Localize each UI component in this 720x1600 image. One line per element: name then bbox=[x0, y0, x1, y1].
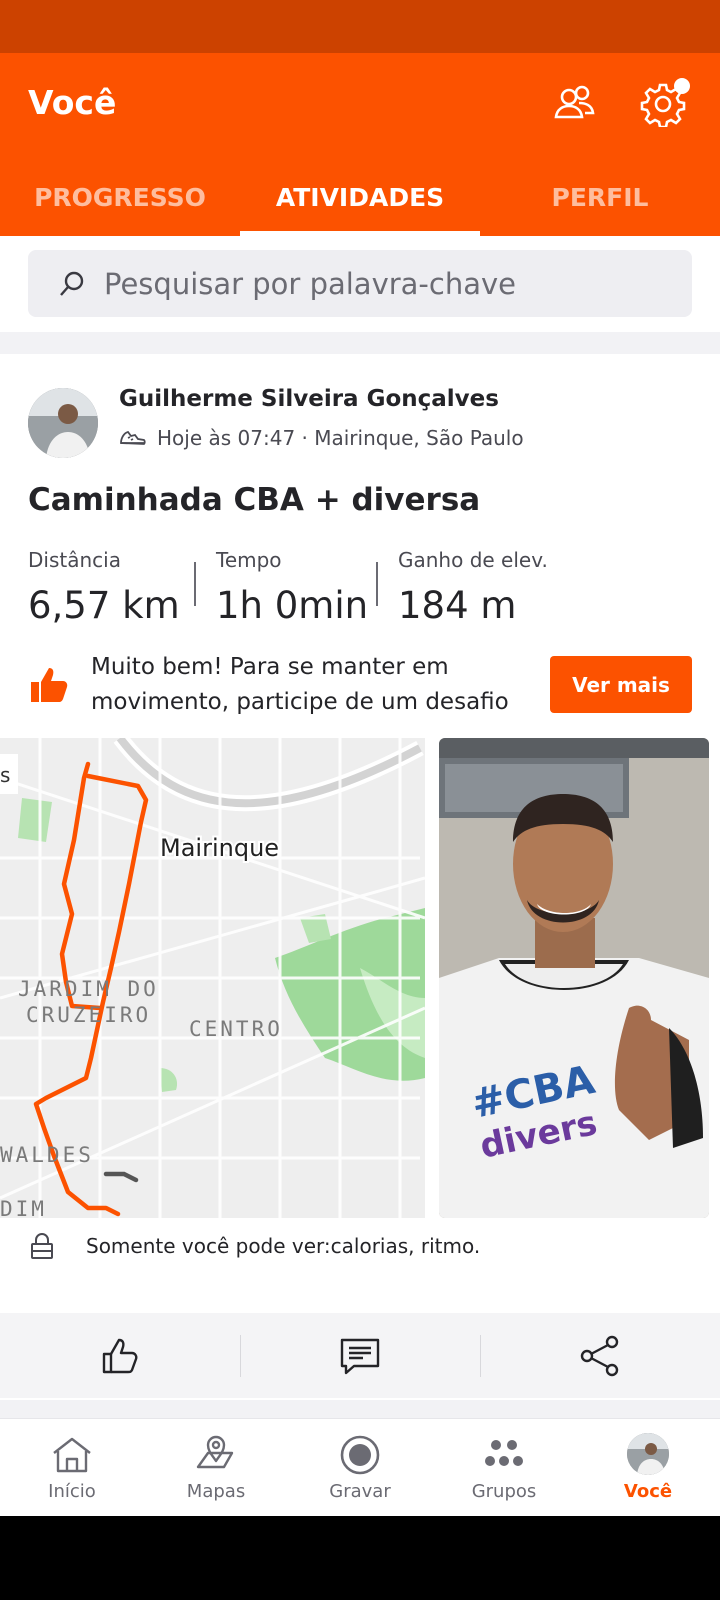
challenge-message: Muito bem! Para se manter em movimento, … bbox=[91, 654, 509, 715]
stat-distance: Distância 6,57 km bbox=[28, 548, 194, 627]
stat-elevation: Ganho de elev. 184 m bbox=[376, 548, 548, 627]
nav-gravar[interactable]: Gravar bbox=[288, 1419, 432, 1517]
app-header: Você PROGRESSO ATIVIDADES PERFIL bbox=[0, 53, 720, 236]
record-icon bbox=[340, 1435, 380, 1475]
nav-voce[interactable]: Você bbox=[576, 1419, 720, 1517]
tab-perfil[interactable]: PERFIL bbox=[480, 173, 720, 236]
nav-label: Mapas bbox=[186, 1481, 246, 1502]
bottom-nav: Início Mapas Gravar Grupos Você bbox=[0, 1418, 720, 1516]
stat-value: 1h 0min bbox=[216, 584, 369, 627]
privacy-note: Somente você pode ver:calorias, ritmo. bbox=[28, 1232, 480, 1260]
tab-progresso[interactable]: PROGRESSO bbox=[0, 173, 240, 236]
comment-icon bbox=[340, 1338, 380, 1374]
comment-button[interactable] bbox=[240, 1313, 480, 1398]
stat-label: Ganho de elev. bbox=[398, 548, 548, 572]
map-city-label: Mairinque bbox=[160, 834, 279, 862]
challenge-prompt: Muito bem! Para se manter em movimento, … bbox=[28, 650, 692, 724]
stat-value: 6,57 km bbox=[28, 584, 180, 627]
route-map[interactable]: s Mairinque JARDIM DO CRUZEIRO CENTRO WA… bbox=[0, 738, 425, 1218]
map-neighborhood-label: WALDES bbox=[0, 1143, 94, 1167]
ver-mais-button[interactable]: Ver mais bbox=[550, 656, 692, 713]
lock-icon bbox=[31, 1233, 53, 1259]
friends-icon[interactable] bbox=[552, 81, 598, 127]
thumbs-up-outline-icon bbox=[102, 1338, 138, 1373]
nav-label: Início bbox=[48, 1481, 96, 1502]
stat-divider bbox=[376, 562, 378, 606]
athlete-name[interactable]: Guilherme Silveira Gonçalves bbox=[119, 386, 499, 412]
map-neighborhood-label: JARDIM DO bbox=[18, 977, 159, 1001]
map-neighborhood-label: CRUZEIRO bbox=[26, 1003, 151, 1027]
shoe-icon bbox=[120, 430, 146, 445]
search-icon bbox=[60, 271, 84, 296]
activity-title[interactable]: Caminhada CBA + diversa bbox=[28, 482, 480, 518]
thumbs-up-icon bbox=[31, 668, 68, 702]
stat-value: 184 m bbox=[398, 584, 517, 627]
activity-card[interactable]: Guilherme Silveira Gonçalves Hoje às 07:… bbox=[0, 354, 720, 1400]
search-input[interactable] bbox=[104, 250, 664, 317]
share-button[interactable] bbox=[480, 1313, 720, 1398]
tab-atividades[interactable]: ATIVIDADES bbox=[240, 173, 480, 236]
page-title: Você bbox=[28, 83, 117, 122]
status-bar bbox=[0, 0, 720, 53]
notification-dot bbox=[674, 78, 690, 94]
home-icon bbox=[53, 1437, 91, 1473]
stat-label: Distância bbox=[28, 548, 121, 572]
activity-actions bbox=[0, 1313, 720, 1398]
stat-label: Tempo bbox=[216, 548, 282, 572]
tab-bar: PROGRESSO ATIVIDADES PERFIL bbox=[0, 173, 720, 236]
nav-label: Grupos bbox=[471, 1481, 537, 1502]
activity-stats: Distância 6,57 km Tempo 1h 0min Ganho de… bbox=[28, 548, 548, 627]
activity-meta-text: Hoje às 07:47 · Mairinque, São Paulo bbox=[157, 426, 524, 450]
share-icon bbox=[580, 1335, 619, 1376]
activity-meta: Hoje às 07:47 · Mairinque, São Paulo bbox=[119, 426, 524, 450]
nav-label: Você bbox=[623, 1481, 673, 1502]
nav-grupos[interactable]: Grupos bbox=[432, 1419, 576, 1517]
stat-divider bbox=[194, 562, 196, 606]
search-section bbox=[0, 236, 720, 332]
avatar bbox=[627, 1433, 669, 1475]
privacy-text: Somente você pode ver:calorias, ritmo. bbox=[86, 1234, 481, 1258]
nav-label: Gravar bbox=[329, 1481, 391, 1502]
nav-inicio[interactable]: Início bbox=[0, 1419, 144, 1517]
map-neighborhood-label: CENTRO bbox=[189, 1017, 283, 1041]
stat-time: Tempo 1h 0min bbox=[194, 548, 376, 627]
map-edge-label: s bbox=[0, 763, 10, 787]
kudos-button[interactable] bbox=[0, 1313, 240, 1398]
search-bar[interactable] bbox=[28, 250, 692, 317]
map-icon bbox=[196, 1435, 234, 1469]
nav-mapas[interactable]: Mapas bbox=[144, 1419, 288, 1517]
activity-photo[interactable]: #CBA divers bbox=[439, 738, 709, 1218]
groups-icon bbox=[485, 1440, 523, 1466]
athlete-avatar[interactable] bbox=[28, 388, 98, 458]
map-neighborhood-label: DIM bbox=[0, 1197, 47, 1218]
